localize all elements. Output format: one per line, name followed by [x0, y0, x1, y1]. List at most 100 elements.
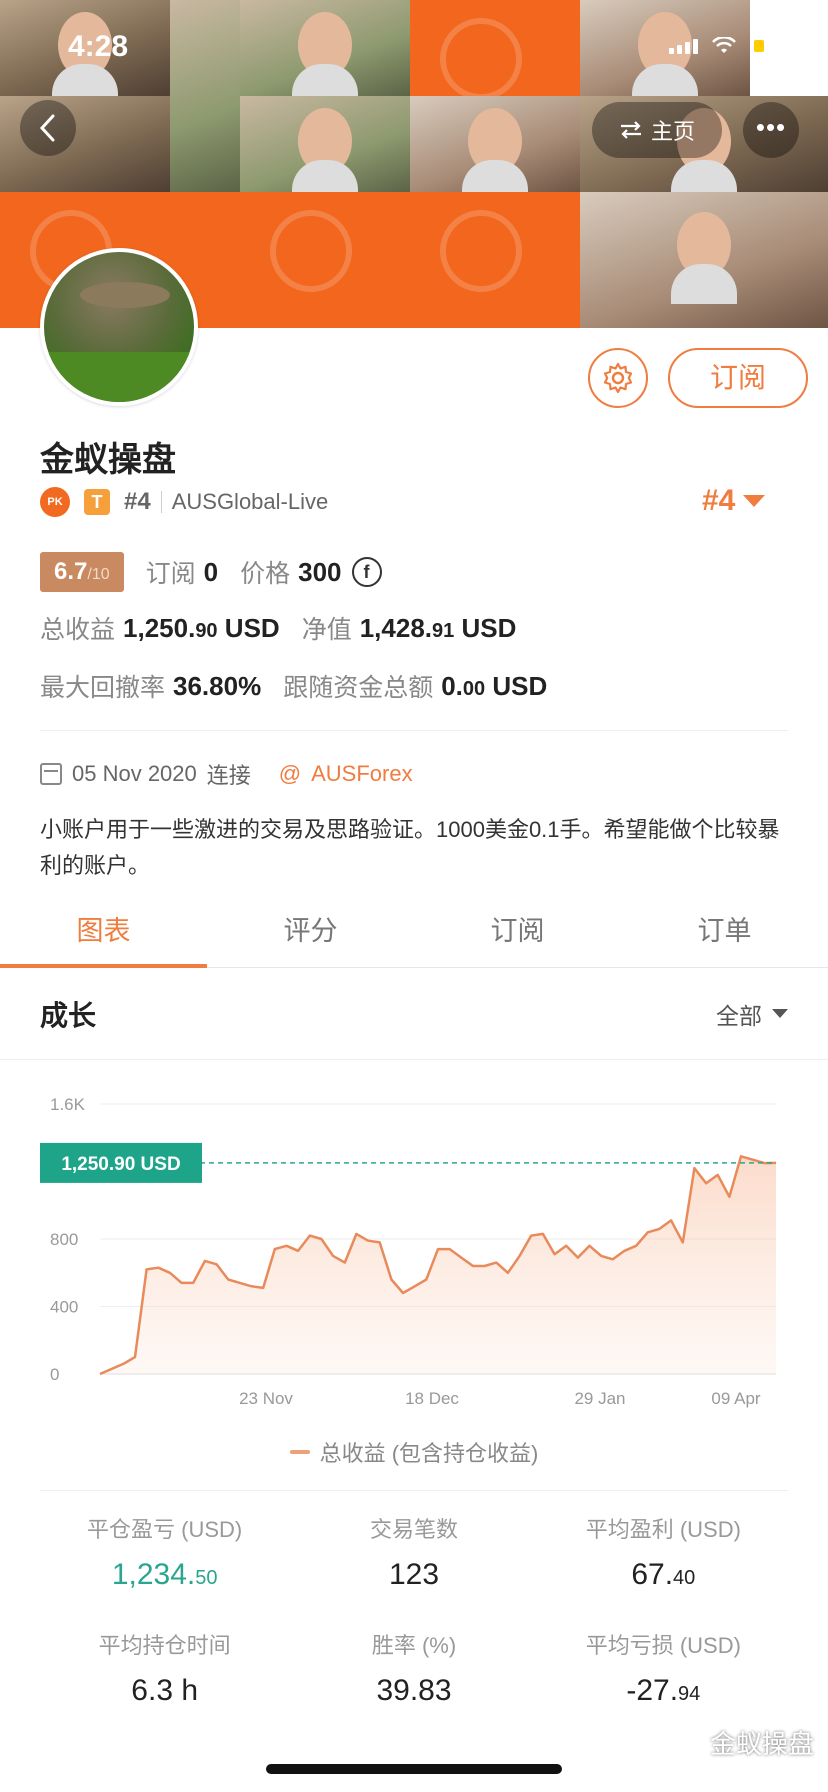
banner-photo	[170, 0, 240, 192]
equity-unit: USD	[461, 612, 517, 643]
price-label: 价格	[240, 560, 291, 588]
x-tick-label: 18 Dec	[405, 1389, 459, 1408]
total-profit-int: 1,250.	[123, 612, 196, 643]
battery-icon	[750, 36, 798, 56]
growth-chart[interactable]: 0 400 800 1.6K 23 Nov 18 Dec 29 Jan 09 Apr 1,250…	[0, 1068, 828, 1408]
divider	[40, 730, 788, 731]
total-profit-unit: USD	[224, 612, 280, 643]
banner-photo	[240, 96, 410, 200]
account-name: 金蚁操盘	[40, 441, 176, 479]
caret-down-icon	[772, 1009, 788, 1018]
stat-win-rate: 胜率 (%) 39.83	[289, 1628, 538, 1708]
max-drawdown-value: 36.80%	[173, 670, 262, 701]
more-button[interactable]: •••	[743, 102, 799, 158]
total-profit-label: 总收益	[40, 616, 116, 644]
gear-icon	[603, 362, 633, 394]
max-drawdown-label: 最大回撤率	[40, 674, 166, 702]
divider	[160, 491, 162, 513]
range-filter-label: 全部	[716, 1002, 762, 1029]
chevron-left-icon	[39, 114, 55, 142]
stat-value-int: 67.	[631, 1558, 674, 1591]
total-profit-dec: 90	[195, 619, 218, 642]
banner-pattern	[240, 192, 410, 328]
score-value: 6.7	[54, 558, 88, 585]
stat-value-int: 6.3 h	[131, 1674, 199, 1707]
home-indicator[interactable]	[266, 1764, 562, 1774]
stat-value: 39.83	[289, 1674, 538, 1708]
subscriptions-label: 订阅	[145, 560, 196, 588]
banner-pattern	[410, 192, 580, 328]
equity-dec: 91	[432, 619, 455, 642]
broker-handle-link[interactable]: AUSForex	[311, 761, 412, 787]
y-tick-label: 1.6K	[50, 1095, 86, 1114]
stat-value-int: -27.	[626, 1674, 679, 1707]
banner-pattern	[410, 0, 580, 100]
stat-value-int: 123	[388, 1558, 440, 1591]
x-tick-label: 29 Jan	[574, 1389, 625, 1408]
swap-arrows-icon	[620, 121, 641, 139]
tab-orders[interactable]: 订单	[621, 894, 828, 967]
x-tick-label: 23 Nov	[239, 1389, 293, 1408]
banner-photo	[580, 192, 828, 328]
subscribe-button[interactable]: 订阅	[668, 348, 808, 408]
follow-funds-value: 0.00 USD	[441, 671, 547, 702]
home-label: 主页	[650, 119, 695, 144]
chart-legend[interactable]: 总收益 (包含持仓收益)	[0, 1436, 828, 1468]
legend-swatch	[289, 1450, 310, 1454]
stats-grid: 平仓盈亏 (USD) 1,234.50 交易笔数 123 平均盈利 (USD) …	[40, 1512, 788, 1708]
profit-line: 总收益 1,250.90 USD 净值 1,428.91 USD	[40, 610, 538, 646]
tab-rating[interactable]: 评分	[207, 894, 414, 967]
follow-funds-dec: 00	[462, 677, 486, 700]
tab-chart[interactable]: 图表	[0, 894, 207, 968]
subscriptions-value: 0	[203, 556, 219, 587]
current-value-label: 1,250.90 USD	[61, 1154, 180, 1175]
account-description: 小账户用于一些激进的交易及思路验证。1000美金0.1手。希望能做个比较暴利的账…	[40, 817, 780, 878]
coin-icon: f	[351, 557, 382, 587]
equity-value: 1,428.91 USD	[360, 613, 517, 644]
divider	[40, 1490, 788, 1491]
stat-value: 67.40	[539, 1558, 788, 1592]
pk-badge[interactable]: PK	[40, 487, 70, 517]
avatar[interactable]	[40, 248, 198, 406]
y-tick-label: 400	[50, 1298, 78, 1317]
growth-chart-svg: 0 400 800 1.6K 23 Nov 18 Dec 29 Jan 09 Apr 1,250…	[40, 1095, 777, 1408]
banner-photo	[410, 96, 580, 200]
rank-dropdown[interactable]: #4	[702, 484, 766, 518]
more-icon: •••	[755, 112, 787, 142]
calendar-icon	[40, 763, 62, 785]
total-profit-value: 1,250.90 USD	[123, 613, 280, 644]
follow-funds-int: 0.	[441, 670, 463, 701]
stat-value: 6.3 h	[40, 1674, 289, 1708]
watermark: 金蚁操盘	[709, 1729, 814, 1759]
stat-avg-loss: 平均亏损 (USD) -27.94	[539, 1628, 788, 1708]
rating-line: 6.7/10 订阅 0 价格 300 f	[40, 552, 382, 592]
stat-label: 交易笔数	[369, 1517, 458, 1542]
settings-button[interactable]	[588, 348, 648, 408]
home-button[interactable]: 主页	[592, 102, 722, 158]
t-badge: T	[84, 489, 110, 515]
rank-big-label: #4	[702, 484, 736, 517]
banner-photo	[240, 0, 410, 104]
server-name: AUSGlobal-Live	[171, 489, 329, 514]
y-tick-label: 0	[50, 1365, 59, 1384]
stat-value: -27.94	[539, 1674, 788, 1708]
section-title: 成长	[40, 999, 97, 1031]
status-time: 4:28	[68, 30, 129, 63]
y-tick-label: 800	[50, 1230, 78, 1249]
tab-subscriptions[interactable]: 订阅	[414, 894, 621, 967]
stat-avg-hold-time: 平均持仓时间 6.3 h	[40, 1628, 289, 1708]
back-button[interactable]	[20, 100, 76, 156]
stat-value-dec: 40	[673, 1567, 696, 1589]
equity-int: 1,428.	[359, 612, 433, 643]
follow-funds-label: 跟随资金总额	[283, 674, 434, 702]
stat-closed-pnl: 平仓盈亏 (USD) 1,234.50	[40, 1512, 289, 1592]
stat-trade-count: 交易笔数 123	[289, 1512, 538, 1592]
stat-label: 胜率 (%)	[371, 1633, 457, 1658]
stat-value: 1,234.50	[40, 1558, 289, 1592]
status-icons	[669, 36, 798, 56]
follow-funds-unit: USD	[492, 670, 548, 701]
range-filter-dropdown[interactable]: 全部	[716, 997, 788, 1031]
at-icon: @	[278, 761, 302, 786]
tab-bar: 图表 评分 订阅 订单	[0, 894, 828, 968]
risk-line: 最大回撤率 36.80% 跟随资金总额 0.00 USD	[40, 668, 569, 704]
